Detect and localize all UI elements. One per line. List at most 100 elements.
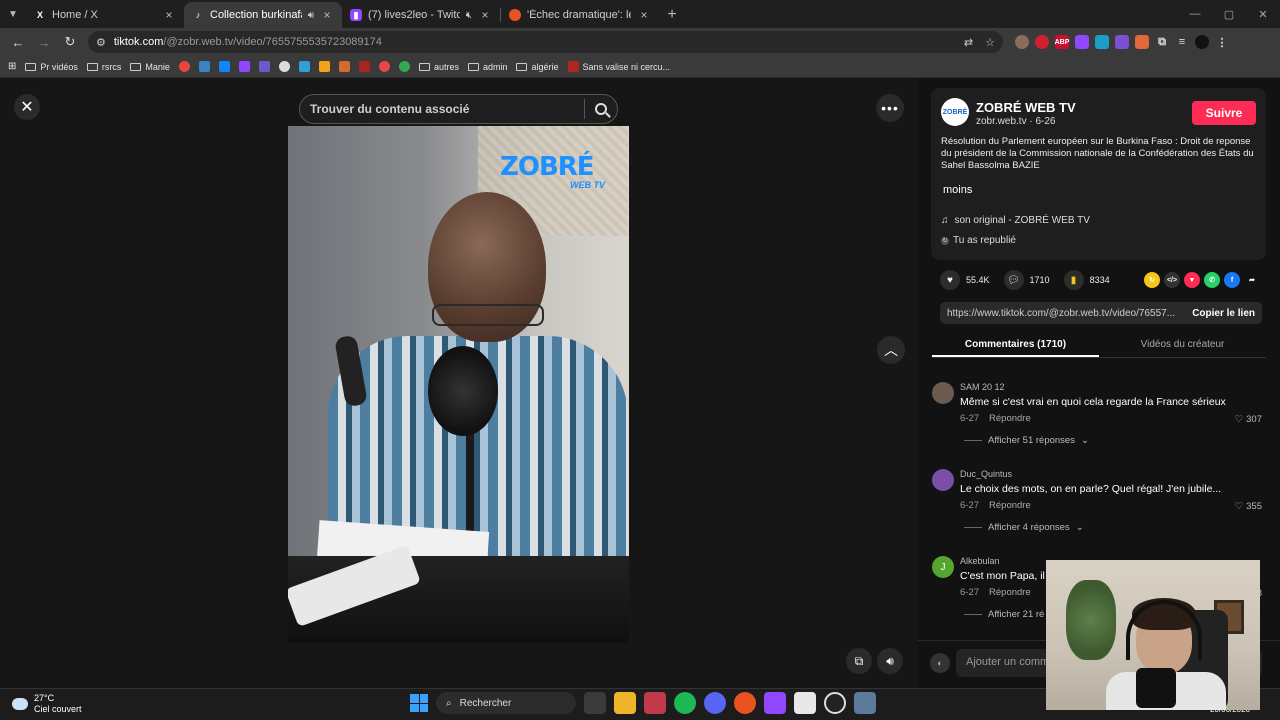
bookmark-site-icon[interactable] xyxy=(318,61,330,72)
bookmark-site-icon[interactable] xyxy=(338,61,350,72)
whatsapp-icon[interactable]: ✆ xyxy=(1204,272,1220,288)
browser-tab-x[interactable]: X Home / X × xyxy=(26,2,184,28)
commenter-name[interactable]: Duc_Quintus xyxy=(960,469,1012,479)
reply-button[interactable]: Répondre xyxy=(989,587,1031,598)
view-replies-button[interactable]: Afficher 4 réponses ⌄ xyxy=(964,522,1084,533)
close-tab-icon[interactable]: × xyxy=(320,8,334,22)
bookmark-star-icon[interactable]: ☆ xyxy=(985,36,995,49)
previous-video-button[interactable]: ︿ xyxy=(877,336,905,364)
music-link[interactable]: ♫ son original - ZOBRÉ WEB TV xyxy=(941,215,1090,226)
audio-playing-icon[interactable]: 🔊︎ xyxy=(308,10,314,21)
close-tab-icon[interactable]: × xyxy=(637,8,651,22)
bookmark-link[interactable]: Sans valise ni cercu... xyxy=(567,61,670,72)
bookmark-folder[interactable]: Manie xyxy=(130,62,170,72)
profile-avatar-icon[interactable] xyxy=(1195,35,1209,49)
adblock-icon[interactable]: ABP xyxy=(1055,35,1069,49)
video-frame[interactable]: ZOBRÉ WEB TV xyxy=(288,126,629,643)
browser-app-icon[interactable] xyxy=(734,692,756,714)
embed-icon[interactable]: </> xyxy=(1164,272,1180,288)
bookmark-site-icon[interactable] xyxy=(358,61,370,72)
notepad-icon[interactable] xyxy=(794,692,816,714)
media-controls-icon[interactable]: ≡ xyxy=(1175,35,1189,49)
browser-tab-twitch[interactable]: ▮ (7) lives2leo - Twitch 🔇︎ × xyxy=(342,2,500,28)
file-explorer-icon[interactable] xyxy=(614,692,636,714)
repost-share-icon[interactable]: ↻ xyxy=(1144,272,1160,288)
app-icon[interactable] xyxy=(644,692,666,714)
tab-search-button[interactable]: ▼ xyxy=(0,0,26,28)
commenter-avatar[interactable] xyxy=(932,382,954,404)
url-field[interactable]: ⚙ tiktok.com /@zobr.web.tv/video/7655755… xyxy=(88,31,1003,53)
view-replies-button[interactable]: Afficher 21 ré xyxy=(964,609,1044,620)
extension-icon[interactable] xyxy=(1095,35,1109,49)
taskbar-search[interactable]: ⌕ Rechercher xyxy=(436,692,576,714)
twitch-icon[interactable] xyxy=(238,61,250,72)
close-window-icon[interactable]: ✕ xyxy=(1246,0,1280,28)
weather-widget[interactable]: 27°C Ciel couvert xyxy=(12,693,82,715)
apps-grid-icon[interactable]: ⊞ xyxy=(8,61,16,72)
extensions-puzzle-icon[interactable]: ⧉ xyxy=(1155,35,1169,49)
bookmark-folder[interactable]: rsrcs xyxy=(86,62,121,72)
browser-tab-news[interactable]: 'Échec dramatique': le Burkina F × xyxy=(501,2,659,28)
tab-creator-videos[interactable]: Vidéos du créateur xyxy=(1099,334,1266,357)
settings-icon[interactable] xyxy=(278,61,290,72)
back-button[interactable]: ← xyxy=(6,30,30,54)
muted-icon[interactable]: 🔇︎ xyxy=(466,10,472,21)
view-replies-button[interactable]: Afficher 51 réponses ⌄ xyxy=(964,435,1089,446)
comment-like-button[interactable]: ♡ 307 xyxy=(1235,414,1262,425)
show-less-link[interactable]: moins xyxy=(943,184,972,196)
new-tab-button[interactable]: + xyxy=(659,2,685,28)
extension-icon[interactable] xyxy=(1075,35,1089,49)
reply-button[interactable]: Répondre xyxy=(989,500,1031,511)
bluesky-icon[interactable] xyxy=(218,61,230,72)
share-arrow-icon[interactable]: ➦ xyxy=(1244,272,1260,288)
volume-button[interactable]: 🔊︎ xyxy=(877,648,903,674)
maps-icon[interactable] xyxy=(398,61,410,72)
bookmark-folder[interactable]: admin xyxy=(467,62,507,72)
site-info-icon[interactable]: ⚙ xyxy=(96,36,106,49)
commenter-avatar[interactable] xyxy=(932,469,954,491)
maximize-icon[interactable]: ▢ xyxy=(1212,0,1246,28)
extension-icon[interactable] xyxy=(1135,35,1149,49)
bookmark-folder[interactable]: algérie xyxy=(516,62,559,72)
task-view-icon[interactable] xyxy=(584,692,606,714)
comment-like-button[interactable]: ♡ 355 xyxy=(1235,501,1262,512)
bookmark-site-icon[interactable] xyxy=(178,61,190,72)
discord-icon[interactable] xyxy=(704,692,726,714)
bookmark-folder[interactable]: autres xyxy=(418,62,459,72)
commenter-avatar[interactable]: J xyxy=(932,556,954,578)
copy-link-button[interactable]: Copier le lien xyxy=(1192,308,1255,319)
like-action[interactable]: ♥ 55.4K xyxy=(940,270,990,290)
reply-button[interactable]: Répondre xyxy=(989,413,1031,424)
minimize-icon[interactable]: — xyxy=(1178,0,1212,28)
more-options-button[interactable]: ••• xyxy=(876,94,904,122)
related-search-input[interactable]: Trouver du contenu associé xyxy=(299,94,618,124)
comment-action[interactable]: 💬︎ 1710 xyxy=(1003,270,1050,290)
reload-button[interactable]: ↻ xyxy=(58,30,82,54)
extension-icon[interactable] xyxy=(1115,35,1129,49)
extension-icon[interactable] xyxy=(1015,35,1029,49)
search-icon[interactable] xyxy=(595,103,607,115)
spotify-icon[interactable] xyxy=(674,692,696,714)
forward-button[interactable]: → xyxy=(32,30,56,54)
translate-icon[interactable]: ⇄ xyxy=(964,36,973,49)
close-player-button[interactable]: ✕ xyxy=(14,94,40,120)
send-to-friends-icon[interactable]: ▼ xyxy=(1184,272,1200,288)
bookmark-site-icon[interactable] xyxy=(378,61,390,72)
commenter-name[interactable]: SAM 20 12 xyxy=(960,382,1005,392)
bookmark-folder[interactable]: Pr vidéos xyxy=(25,62,78,72)
follow-button[interactable]: Suivre xyxy=(1192,101,1256,125)
tab-comments[interactable]: Commentaires (1710) xyxy=(932,334,1099,357)
browser-menu-icon[interactable]: ⋮ xyxy=(1215,35,1229,49)
author-avatar[interactable]: ZOBRÉ xyxy=(941,98,969,126)
facebook-icon[interactable]: f xyxy=(1224,272,1240,288)
picture-in-picture-button[interactable]: ⧉ xyxy=(846,648,872,674)
app-icon[interactable] xyxy=(764,692,786,714)
bookmark-site-icon[interactable] xyxy=(298,61,310,72)
author-name[interactable]: ZOBRÉ WEB TV xyxy=(976,100,1076,115)
bookmark-site-icon[interactable] xyxy=(258,61,270,72)
close-tab-icon[interactable]: × xyxy=(162,8,176,22)
save-action[interactable]: ▮ 8334 xyxy=(1063,270,1110,290)
obs-icon[interactable] xyxy=(824,692,846,714)
extension-icon[interactable] xyxy=(1035,35,1049,49)
browser-tab-tiktok[interactable]: ♪ Collection burkinafaso créé 🔊︎ × xyxy=(184,2,342,28)
